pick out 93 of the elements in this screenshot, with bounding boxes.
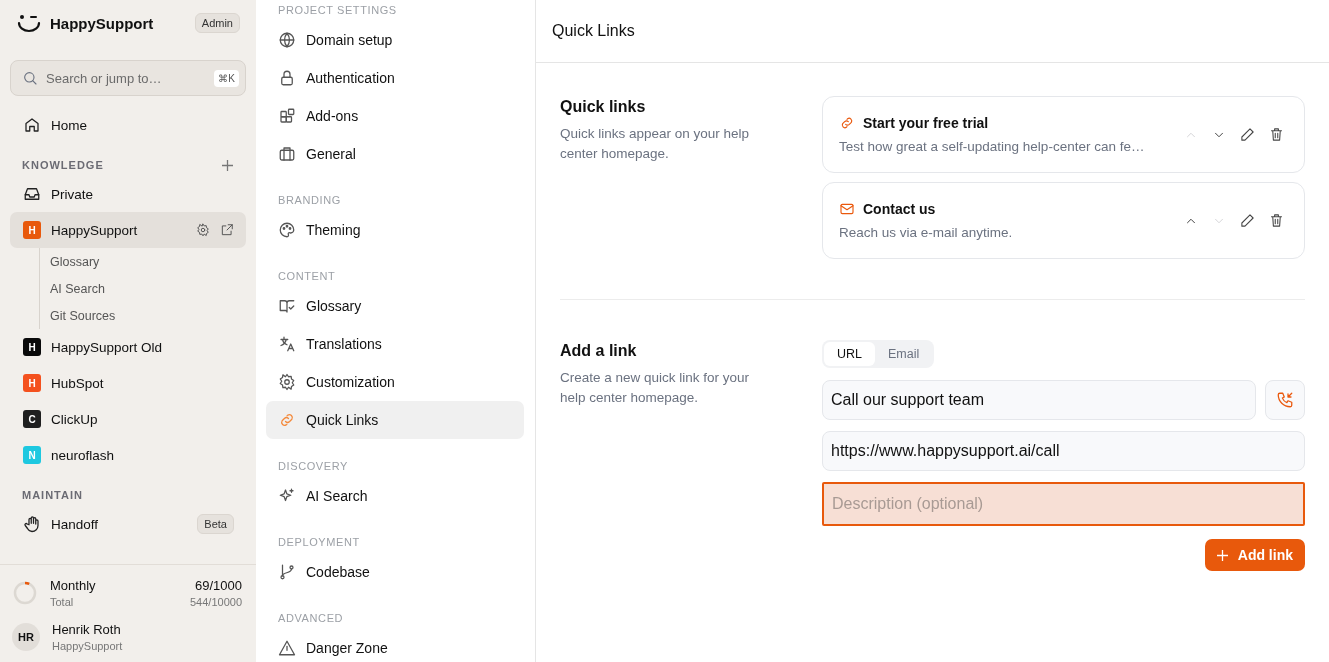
smiley-logo-icon (17, 13, 41, 33)
link-icon (278, 411, 296, 429)
briefcase-icon (278, 145, 296, 163)
link-title: Start your free trial (863, 115, 989, 131)
nav-item[interactable]: Authentication (266, 59, 524, 97)
nav-item[interactable]: Quick Links (266, 401, 524, 439)
sidebar-item[interactable]: H HappySupport (10, 212, 246, 248)
section-heading: MAINTAIN (22, 489, 83, 501)
section-heading: KNOWLEDGE (22, 159, 104, 171)
beta-badge: Beta (197, 514, 234, 534)
nav-item[interactable]: Translations (266, 325, 524, 363)
sidebar-item[interactable]: Private (10, 176, 246, 212)
warning-icon (278, 639, 296, 657)
home-link[interactable]: Home (10, 107, 246, 143)
url-field[interactable]: https://www.happysupport.ai/call (822, 431, 1305, 471)
search-field[interactable]: Search or jump to… ⌘K (10, 60, 246, 96)
section-title: Add a link (560, 342, 638, 360)
nav-item[interactable]: Customization (266, 363, 524, 401)
link-description: Test how great a self-updating help-center can fe… (839, 139, 1146, 154)
usage-ring (12, 580, 38, 606)
group-heading: BRANDING (277, 193, 342, 208)
branch-icon (278, 563, 296, 581)
workspace-avatar: H (23, 221, 41, 239)
section-title: Quick links (560, 98, 647, 116)
title-field[interactable]: Call our support team (822, 380, 1256, 420)
delete-icon[interactable] (1269, 127, 1284, 142)
nav-item[interactable]: General (266, 135, 524, 173)
blocks-icon (278, 107, 296, 125)
search-icon (22, 70, 38, 86)
group-heading: DISCOVERY (277, 459, 349, 474)
globe-icon (278, 31, 296, 49)
usage-label: Monthly (50, 578, 96, 593)
page-title: Quick Links (552, 22, 635, 40)
sub-item[interactable]: Git Sources (50, 302, 246, 329)
add-link-button[interactable]: Add link (1204, 539, 1305, 571)
plus-icon[interactable] (222, 159, 233, 171)
palette-icon (278, 221, 296, 239)
nav-item[interactable]: Codebase (266, 553, 524, 591)
sidebar-item[interactable]: N neuroflash (10, 437, 246, 473)
nav-item[interactable]: Glossary (266, 287, 524, 325)
sub-item[interactable]: AI Search (50, 275, 246, 302)
search-placeholder: Search or jump to… (46, 70, 163, 86)
edit-icon[interactable] (1240, 127, 1255, 142)
group-heading: CONTENT (277, 269, 337, 284)
nav-item[interactable]: AI Search (266, 477, 524, 515)
inbox-icon (23, 185, 41, 203)
translate-icon (278, 335, 296, 353)
link-icon (839, 115, 855, 131)
lock-icon (278, 69, 296, 87)
nav-item[interactable]: Add-ons (266, 97, 524, 135)
link-description: Reach us via e-mail anytime. (839, 225, 1014, 240)
book-icon (278, 297, 296, 315)
sub-item[interactable]: Glossary (50, 248, 246, 275)
edit-icon[interactable] (1240, 213, 1255, 228)
type-tab[interactable]: URL (824, 342, 875, 366)
section-description: Quick links appear on your help center homepage. (560, 125, 751, 163)
hand-icon (23, 515, 41, 533)
nav-item[interactable]: Domain setup (266, 21, 524, 59)
user-name: Henrik Roth (52, 622, 122, 637)
house-icon (23, 116, 41, 134)
workspace-avatar: N (23, 446, 41, 464)
sidebar-item[interactable]: Handoff Beta (10, 506, 246, 542)
settings-icon[interactable] (196, 223, 210, 237)
external-link-icon[interactable] (220, 223, 234, 237)
user-avatar[interactable]: HR (12, 623, 40, 651)
group-heading: DEPLOYMENT (277, 535, 361, 550)
total-label: Total (50, 596, 74, 608)
group-heading: ADVANCED (277, 611, 345, 626)
workspace-avatar: H (23, 338, 41, 356)
mail-icon (839, 201, 855, 217)
description-field[interactable]: Description (optional) (822, 482, 1305, 526)
sidebar-item[interactable]: H HubSpot (10, 365, 246, 401)
link-title: Contact us (863, 201, 936, 217)
nav-item[interactable]: Theming (266, 211, 524, 249)
shortcut-key: ⌘K (214, 69, 239, 87)
group-heading: PROJECT SETTINGS (277, 3, 398, 18)
sidebar-item[interactable]: C ClickUp (10, 401, 246, 437)
workspace-avatar: H (23, 374, 41, 392)
gear-icon (278, 373, 296, 391)
delete-icon[interactable] (1269, 213, 1284, 228)
usage-count: 69/1000 (195, 578, 242, 593)
workspace-avatar: C (23, 410, 41, 428)
phone-incoming-icon (1276, 391, 1294, 409)
plus-icon (1216, 549, 1228, 561)
organization-name: HappySupport (52, 640, 124, 652)
nav-item[interactable]: Danger Zone (266, 629, 524, 662)
icon-picker-button[interactable] (1265, 380, 1305, 420)
brand-name: HappySupport (50, 14, 155, 32)
sidebar-item[interactable]: H HappySupport Old (10, 329, 246, 365)
role-badge: Admin (194, 13, 240, 33)
type-tab[interactable]: Email (875, 342, 933, 366)
section-description: Create a new quick link for your help center homepage. (560, 369, 751, 407)
total-count: 544/10000 (190, 596, 242, 608)
